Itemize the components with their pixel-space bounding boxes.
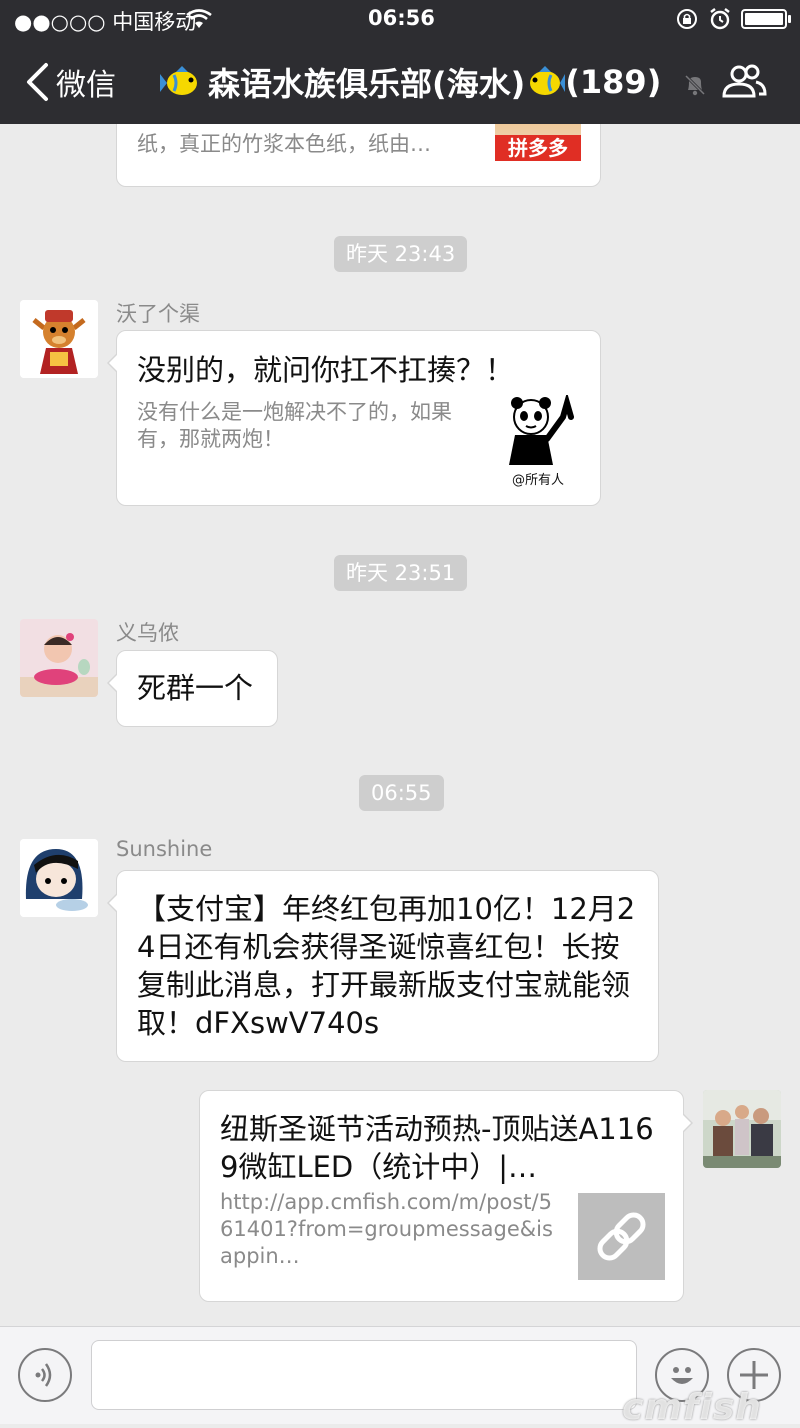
card-desc: 纸，真正的竹浆本色纸，纸由… bbox=[137, 132, 431, 156]
link-url: http://app.cmfish.com/m/post/561401?from… bbox=[220, 1190, 553, 1268]
voice-toggle-button[interactable] bbox=[18, 1348, 72, 1402]
back-label: 微信 bbox=[56, 68, 116, 103]
card-title: 没别的，就问你扛不扛揍？！ bbox=[137, 353, 515, 387]
battery-tip bbox=[788, 15, 791, 23]
chevron-left-icon bbox=[27, 63, 48, 101]
text-message[interactable]: 【支付宝】年终红包再加10亿！12月24日还有机会获得圣诞惊喜红包！长按复制此消… bbox=[107, 870, 659, 1062]
text-message[interactable]: 死群一个 bbox=[107, 650, 278, 727]
my-avatar[interactable] bbox=[703, 1090, 781, 1168]
pinduoduo-badge: 拼多多 bbox=[495, 135, 581, 161]
tropical-fish-icon bbox=[530, 66, 566, 95]
avatar[interactable] bbox=[20, 300, 98, 378]
battery-icon bbox=[741, 9, 787, 29]
cartoon-bull-avatar bbox=[20, 300, 98, 378]
shared-card-message[interactable]: 没别的，就问你扛不扛揍？！ 没有什么是一炮解决不了的，如果有，那就两炮！ @所有… bbox=[107, 330, 601, 506]
card-desc: 没有什么是一炮解决不了的，如果有，那就两炮！ bbox=[137, 400, 452, 451]
sender-name: 义乌侬 bbox=[116, 621, 179, 645]
group-members-icon[interactable] bbox=[720, 62, 768, 102]
panda-meme-thumbnail: @所有人 bbox=[497, 392, 579, 488]
message-text: 【支付宝】年终红包再加10亿！12月24日还有机会获得圣诞惊喜红包！长按复制此消… bbox=[137, 892, 636, 1040]
wifi-icon bbox=[186, 9, 212, 28]
baby-photo-avatar bbox=[20, 619, 98, 697]
thumb-caption: @所有人 bbox=[511, 473, 564, 488]
watermark: cmfish bbox=[622, 1387, 762, 1428]
mute-bell-icon bbox=[684, 74, 706, 96]
link-icon bbox=[597, 1212, 646, 1261]
avatar[interactable] bbox=[20, 619, 98, 697]
cartoon-girl-avatar bbox=[20, 839, 98, 917]
tropical-fish-icon bbox=[160, 66, 197, 95]
message-text: 死群一个 bbox=[137, 671, 254, 705]
back-button[interactable]: 微信 bbox=[24, 60, 116, 104]
carrier-label: ●●○○○ 中国移动 bbox=[14, 10, 197, 34]
navigation-bar: 微信 森语水族俱乐部(海水) (189) bbox=[0, 40, 800, 124]
shared-card-partial[interactable]: —— 纸，真正的竹浆本色纸，纸由… 拼多多 bbox=[116, 124, 601, 187]
shared-link-message[interactable]: 纽斯圣诞节活动预热-顶贴送A1169微缸LED（统计中）|… http://ap… bbox=[199, 1090, 693, 1302]
alarm-icon bbox=[710, 8, 730, 30]
family-photo-avatar bbox=[703, 1090, 781, 1168]
status-bar: ●●○○○ 中国移动 06:56 bbox=[0, 0, 800, 40]
sender-name: 沃了个渠 bbox=[116, 302, 200, 326]
message-input[interactable] bbox=[91, 1340, 637, 1410]
voice-icon bbox=[35, 1363, 52, 1387]
chat-title: 森语水族俱乐部(海水) (189) bbox=[160, 60, 661, 104]
card-thumbnail: 拼多多 bbox=[495, 124, 581, 161]
sender-name: Sunshine bbox=[116, 837, 213, 861]
input-toolbar: cmfish bbox=[0, 1326, 800, 1428]
group-name: 森语水族俱乐部(海水) bbox=[208, 65, 526, 103]
timestamp: 昨天 23:43 bbox=[334, 236, 468, 272]
timestamp: 06:55 bbox=[359, 775, 444, 811]
chat-area[interactable]: —— 纸，真正的竹浆本色纸，纸由… 拼多多 昨天 23:43 沃了个渠 没别的，… bbox=[0, 124, 800, 1326]
orientation-lock-icon bbox=[677, 9, 697, 29]
clock: 06:56 bbox=[368, 6, 435, 30]
link-thumbnail bbox=[578, 1193, 665, 1280]
timestamp: 昨天 23:51 bbox=[334, 555, 468, 591]
link-title: 纽斯圣诞节活动预热-顶贴送A1169微缸LED（统计中）|… bbox=[220, 1112, 654, 1184]
avatar[interactable] bbox=[20, 839, 98, 917]
panda-meme-image bbox=[509, 392, 574, 465]
member-count: (189) bbox=[565, 63, 662, 101]
